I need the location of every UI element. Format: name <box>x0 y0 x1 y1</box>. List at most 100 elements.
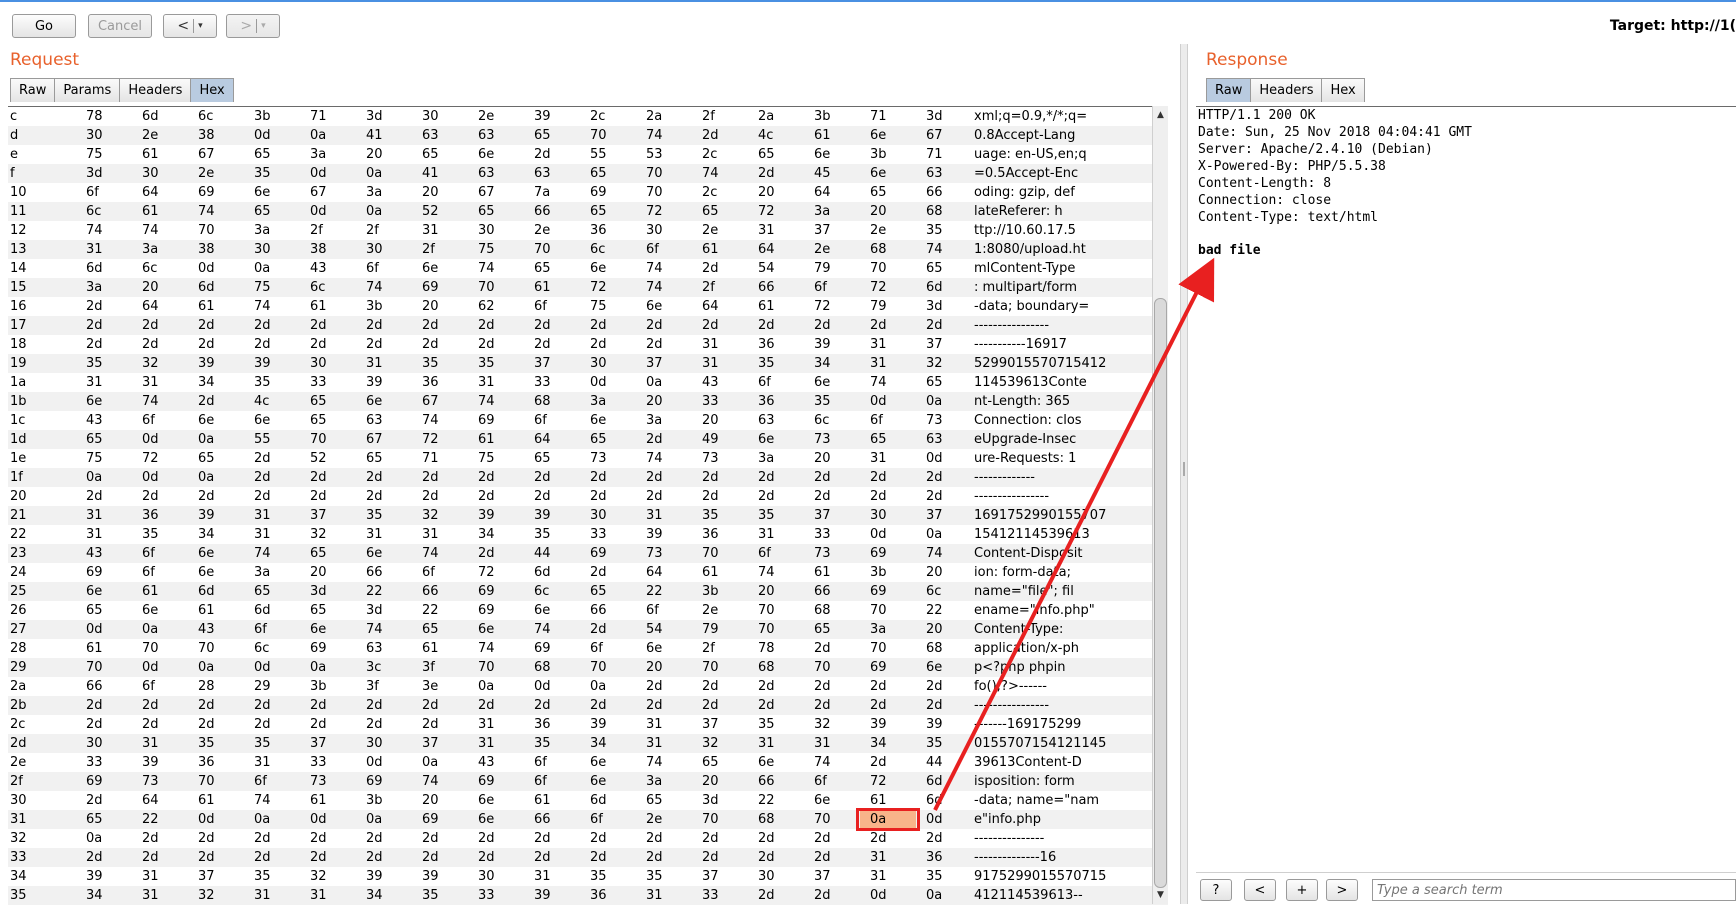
hex-row[interactable]: 34 39 31 37 35 32 39 39 30 31 35 35 37 30 37 31 35 917529… <box>8 867 1168 886</box>
hex-byte-cell[interactable]: 2d <box>814 848 831 867</box>
hex-byte-cell[interactable]: 70 <box>870 259 887 278</box>
hex-byte-cell[interactable]: 75 <box>86 145 103 164</box>
hex-byte-cell[interactable]: 65 <box>310 544 327 563</box>
hex-byte-cell[interactable]: 67 <box>478 183 495 202</box>
hex-byte-cell[interactable]: 35 <box>86 354 103 373</box>
hex-byte-cell[interactable]: 2d <box>254 468 271 487</box>
hex-byte-cell[interactable]: 0d <box>254 126 271 145</box>
hex-byte-cell[interactable]: 65 <box>86 601 103 620</box>
hex-byte-cell[interactable]: 6e <box>814 791 830 810</box>
hex-byte-cell[interactable]: 2d <box>646 468 663 487</box>
hex-byte-cell[interactable]: 65 <box>86 810 103 829</box>
hex-byte-cell[interactable]: 66 <box>926 183 943 202</box>
hex-byte-cell[interactable]: 31 <box>702 354 719 373</box>
hex-byte-cell[interactable]: 2d <box>590 487 607 506</box>
hex-byte-cell[interactable]: 20 <box>142 278 159 297</box>
tab-headers[interactable]: Headers <box>119 78 192 102</box>
hex-byte-cell[interactable]: 6d <box>534 563 551 582</box>
hex-byte-cell[interactable]: 65 <box>534 126 551 145</box>
hex-byte-cell[interactable]: 74 <box>758 563 775 582</box>
hex-byte-cell[interactable]: 65 <box>422 145 439 164</box>
hex-byte-cell[interactable]: 68 <box>926 639 943 658</box>
hex-byte-cell[interactable]: 6e <box>198 544 214 563</box>
hex-byte-cell[interactable]: 3b <box>366 791 383 810</box>
hex-byte-cell[interactable]: 62 <box>478 297 495 316</box>
hex-byte-cell[interactable]: 6c <box>254 639 269 658</box>
hex-byte-cell[interactable]: 2d <box>534 468 551 487</box>
hex-byte-cell[interactable]: 65 <box>590 202 607 221</box>
hex-byte-cell[interactable]: 6f <box>814 772 827 791</box>
hex-byte-cell[interactable]: 2d <box>366 696 383 715</box>
hex-byte-cell[interactable]: 35 <box>198 734 215 753</box>
hex-byte-cell[interactable]: 6d <box>590 791 607 810</box>
hex-byte-cell[interactable]: 2d <box>646 677 663 696</box>
hex-byte-cell[interactable]: 35 <box>646 867 663 886</box>
hex-byte-cell[interactable]: 6e <box>366 392 382 411</box>
hex-byte-cell[interactable]: 69 <box>366 772 383 791</box>
hex-byte-cell[interactable]: 6e <box>590 411 606 430</box>
hex-byte-cell[interactable]: 0d <box>310 164 327 183</box>
hex-byte-cell[interactable]: 20 <box>422 183 439 202</box>
hex-byte-cell[interactable]: 74 <box>422 544 439 563</box>
hex-byte-cell[interactable]: 6e <box>198 563 214 582</box>
hex-byte-cell[interactable]: 29 <box>254 677 271 696</box>
hex-byte-cell[interactable]: 31 <box>870 449 887 468</box>
hex-byte-cell[interactable]: 79 <box>870 297 887 316</box>
hex-byte-cell[interactable]: 2d <box>142 715 159 734</box>
hex-byte-cell[interactable]: 2d <box>702 487 719 506</box>
hex-byte-cell[interactable]: 2d <box>254 335 271 354</box>
hex-byte-cell[interactable]: 3b <box>366 297 383 316</box>
hex-byte-cell[interactable]: 2f <box>422 240 435 259</box>
hex-byte-cell[interactable]: 54 <box>758 259 775 278</box>
hex-byte-cell[interactable]: 66 <box>814 582 831 601</box>
hex-byte-cell[interactable]: 73 <box>814 430 831 449</box>
target-label[interactable]: Target: http://1( <box>1610 18 1736 34</box>
hex-byte-cell[interactable]: 2e <box>814 240 830 259</box>
hex-byte-cell[interactable]: 2d <box>646 316 663 335</box>
hex-byte-cell[interactable]: 65 <box>590 164 607 183</box>
hex-byte-cell[interactable]: 2d <box>646 696 663 715</box>
hex-byte-cell[interactable]: 79 <box>814 259 831 278</box>
hex-byte-cell[interactable]: 20 <box>646 392 663 411</box>
hex-byte-cell[interactable]: 36 <box>702 525 719 544</box>
hex-byte-cell[interactable]: 65 <box>310 411 327 430</box>
hex-byte-cell[interactable]: 6f <box>142 544 155 563</box>
hex-row[interactable]: 11 6c 61 74 65 0d 0a 52 65 66 65 72 65 72 3a 20 68 lateRe… <box>8 202 1168 221</box>
hex-byte-cell[interactable]: 2d <box>310 487 327 506</box>
hex-byte-cell[interactable]: 6e <box>310 620 326 639</box>
hex-byte-cell[interactable]: 2d <box>478 316 495 335</box>
hex-byte-cell[interactable]: 61 <box>702 240 719 259</box>
hex-byte-cell[interactable]: 3a <box>86 278 102 297</box>
hex-byte-cell[interactable]: 2d <box>310 829 327 848</box>
hex-row[interactable]: 16 2d 64 61 74 61 3b 20 62 6f 75 6e 64 61 72 79 3d -data;… <box>8 297 1168 316</box>
hex-byte-cell[interactable]: 37 <box>310 506 327 525</box>
hex-byte-cell[interactable]: 6f <box>534 772 547 791</box>
hex-byte-cell[interactable]: 39 <box>422 867 439 886</box>
hex-byte-cell[interactable]: 36 <box>422 373 439 392</box>
hex-byte-cell[interactable]: 2d <box>646 848 663 867</box>
hex-byte-cell[interactable]: 2a <box>758 107 774 126</box>
hex-byte-cell[interactable]: 0a <box>590 677 606 696</box>
hex-byte-cell[interactable]: 61 <box>198 791 215 810</box>
hex-byte-cell[interactable]: 0a <box>86 468 102 487</box>
hex-byte-cell[interactable]: 2d <box>366 829 383 848</box>
hex-byte-cell[interactable]: 2d <box>198 487 215 506</box>
hex-byte-cell[interactable]: 20 <box>646 658 663 677</box>
hex-byte-cell[interactable]: 0a <box>422 753 438 772</box>
hex-byte-cell[interactable]: 35 <box>814 392 831 411</box>
hex-byte-cell[interactable]: 72 <box>590 278 607 297</box>
hex-byte-cell[interactable]: 31 <box>758 525 775 544</box>
hex-byte-cell[interactable]: 31 <box>422 221 439 240</box>
hex-byte-cell[interactable]: 2c <box>590 107 605 126</box>
hex-byte-cell[interactable]: 61 <box>814 563 831 582</box>
hex-byte-cell[interactable]: 73 <box>310 772 327 791</box>
hex-byte-cell[interactable]: 63 <box>422 126 439 145</box>
hex-byte-cell[interactable]: 30 <box>870 506 887 525</box>
hex-byte-cell[interactable]: 3a <box>870 620 886 639</box>
hex-byte-cell[interactable]: 73 <box>702 449 719 468</box>
hex-byte-cell[interactable]: 20 <box>814 449 831 468</box>
hex-byte-cell[interactable]: 6f <box>590 639 603 658</box>
hex-byte-cell[interactable]: 6f <box>142 677 155 696</box>
hex-byte-cell[interactable]: 37 <box>926 335 943 354</box>
hex-byte-cell[interactable]: 20 <box>422 297 439 316</box>
